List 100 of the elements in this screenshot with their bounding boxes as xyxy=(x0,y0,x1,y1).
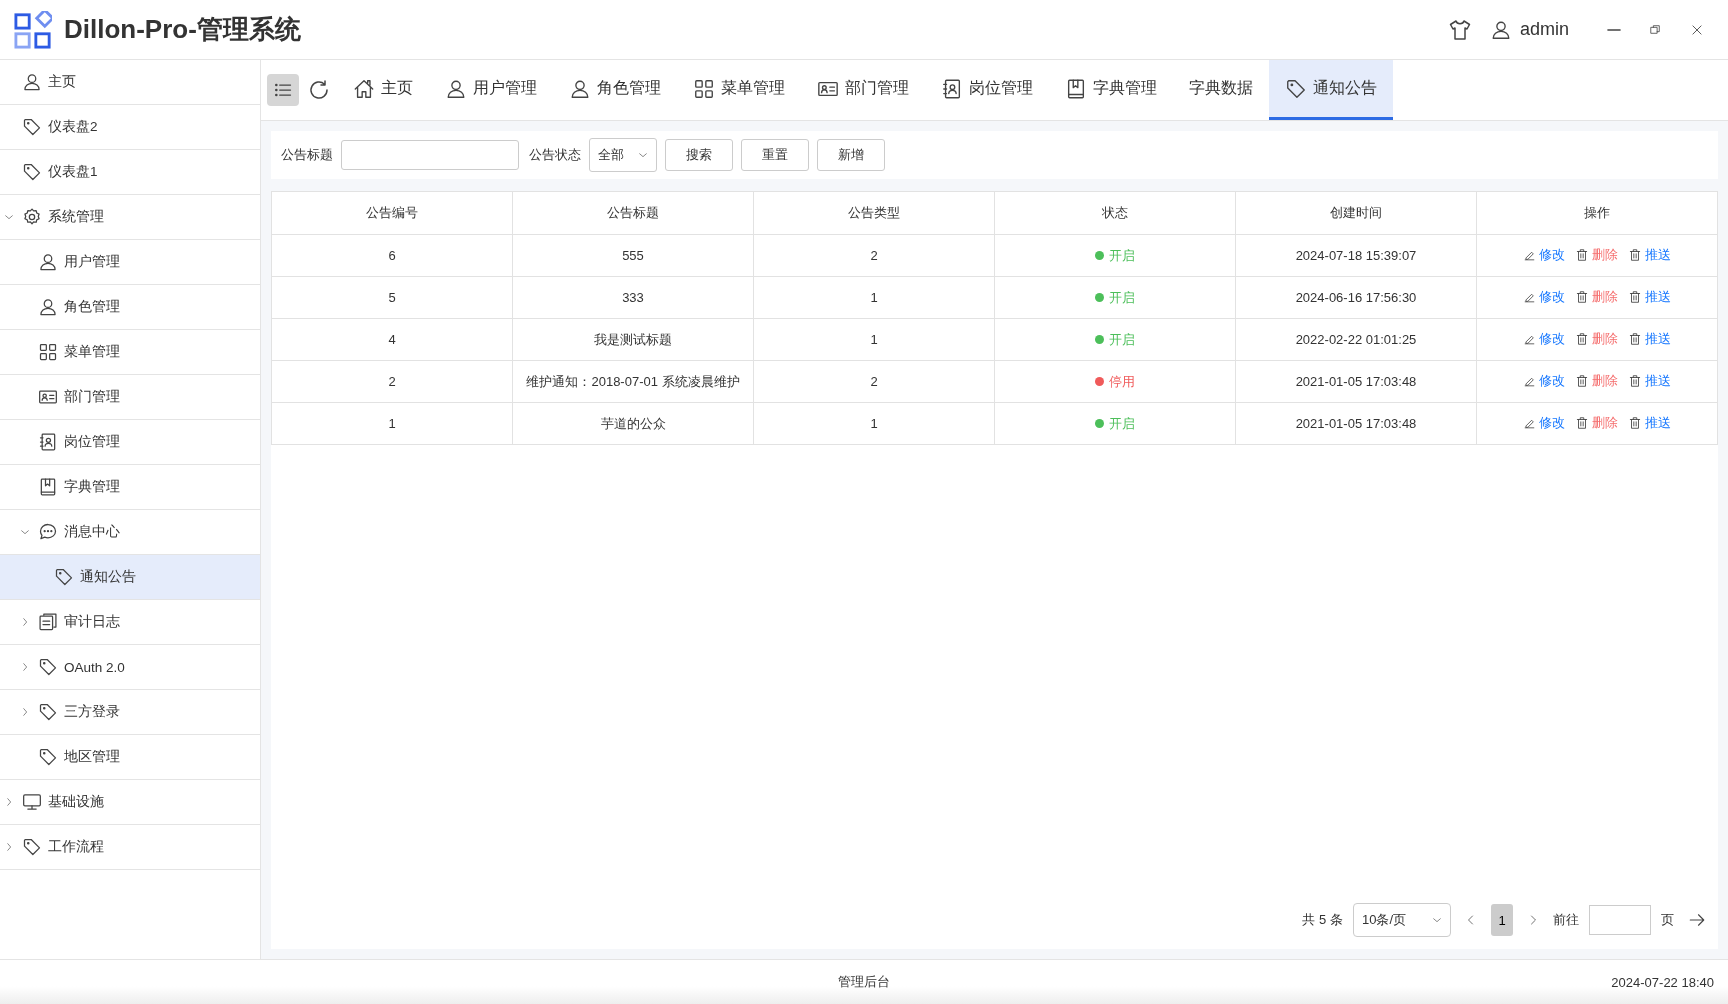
action-link[interactable]: 修改 xyxy=(1539,414,1565,433)
sidebar-item[interactable]: 仪表盘2 xyxy=(0,105,260,150)
sidebar-item[interactable]: 角色管理 xyxy=(0,285,260,330)
action-link[interactable]: 推送 xyxy=(1645,330,1671,349)
logo-icon xyxy=(14,10,52,49)
trash-icon xyxy=(1575,374,1589,389)
goto-label: 前往 xyxy=(1553,911,1579,929)
column-header: 公告编号 xyxy=(271,191,513,235)
tag-icon xyxy=(1285,77,1307,100)
user-icon xyxy=(38,297,58,317)
sidebar-item[interactable]: 系统管理 xyxy=(0,195,260,240)
tab[interactable]: 字典数据 xyxy=(1173,60,1269,120)
sidebar-item[interactable]: 基础设施 xyxy=(0,780,260,825)
sidebar-item[interactable]: 地区管理 xyxy=(0,735,260,780)
tag-icon xyxy=(38,702,58,722)
page-input-field[interactable] xyxy=(1589,905,1651,935)
page-size-dropdown[interactable]: 10条/页 xyxy=(1352,903,1451,937)
table-cell: 1 xyxy=(753,318,995,361)
sidebar-item[interactable]: 三方登录 xyxy=(0,690,260,735)
table-cell: 1 xyxy=(271,402,513,445)
sidebar-item[interactable]: 审计日志 xyxy=(0,600,260,645)
tab[interactable]: 岗位管理 xyxy=(925,60,1049,120)
column-header: 公告标题 xyxy=(512,191,754,235)
total-count: 共 5 条 xyxy=(1302,911,1343,929)
sidebar-item[interactable]: 菜单管理 xyxy=(0,330,260,375)
action-link[interactable]: 修改 xyxy=(1539,372,1565,391)
gear-icon xyxy=(22,207,42,227)
sidebar-item[interactable]: 部门管理 xyxy=(0,375,260,420)
action-button[interactable]: 新增 xyxy=(817,139,885,171)
column-header: 操作 xyxy=(1476,191,1718,235)
table-cell: 5 xyxy=(271,276,513,319)
page-unit-label: 页 xyxy=(1661,911,1674,929)
table-cell: 2021-01-05 17:03:48 xyxy=(1235,402,1477,445)
action-link[interactable]: 推送 xyxy=(1645,288,1671,307)
chevron-down-icon xyxy=(638,150,648,160)
sidebar-item[interactable]: 岗位管理 xyxy=(0,420,260,465)
table-cell: 2 xyxy=(271,360,513,403)
table-cell: 我是测试标题 xyxy=(512,318,754,361)
action-link[interactable]: 修改 xyxy=(1539,330,1565,349)
tab[interactable]: 主页 xyxy=(337,60,429,120)
tab[interactable]: 角色管理 xyxy=(553,60,677,120)
sidebar-item[interactable]: OAuth 2.0 xyxy=(0,645,260,690)
trash-icon xyxy=(1575,332,1589,347)
home-icon xyxy=(353,77,375,100)
tab[interactable]: 部门管理 xyxy=(801,60,925,120)
column-header: 状态 xyxy=(994,191,1236,235)
action-button[interactable]: 重置 xyxy=(741,139,809,171)
user-icon xyxy=(22,72,42,92)
action-link[interactable]: 修改 xyxy=(1539,288,1565,307)
status-text: 开启 xyxy=(1109,288,1135,307)
table-cell: 1 xyxy=(753,402,995,445)
table-cell: 2024-06-16 17:56:30 xyxy=(1235,276,1477,319)
column-header: 公告类型 xyxy=(753,191,995,235)
tag-icon xyxy=(22,837,42,857)
table-cell: 4 xyxy=(271,318,513,361)
sidebar-item[interactable]: 仪表盘1 xyxy=(0,150,260,195)
sidebar-item[interactable]: 通知公告 xyxy=(0,555,260,600)
action-link[interactable]: 推送 xyxy=(1645,246,1671,265)
sidebar-item[interactable]: 工作流程 xyxy=(0,825,260,870)
status-dropdown[interactable]: 全部 xyxy=(589,138,657,172)
table-cell: 1 xyxy=(753,276,995,319)
table-cell: 6 xyxy=(271,234,513,277)
user-name[interactable]: admin xyxy=(1519,19,1569,40)
action-link[interactable]: 推送 xyxy=(1645,372,1671,391)
trash-icon xyxy=(1575,416,1589,431)
status-text: 停用 xyxy=(1109,372,1135,391)
menu-toggle-button[interactable] xyxy=(267,74,299,106)
trash-icon xyxy=(1575,248,1589,263)
tag-icon xyxy=(38,657,58,677)
tab[interactable]: 菜单管理 xyxy=(677,60,801,120)
monitor-icon xyxy=(22,792,42,812)
chat-icon xyxy=(38,522,58,542)
contact-card-icon xyxy=(941,77,963,100)
status-text: 开启 xyxy=(1109,330,1135,349)
shirt-icon xyxy=(1447,17,1472,42)
table-cell: 2021-01-05 17:03:48 xyxy=(1235,360,1477,403)
action-button[interactable]: 搜索 xyxy=(665,139,733,171)
table-cell: 2022-02-22 01:01:25 xyxy=(1235,318,1477,361)
close-icon xyxy=(1690,22,1704,37)
action-link[interactable]: 推送 xyxy=(1645,414,1671,433)
table-cell: 维护通知：2018-07-01 系统凌晨维护 xyxy=(512,360,754,403)
trash-icon xyxy=(1628,416,1642,431)
tab[interactable]: 通知公告 xyxy=(1269,60,1393,120)
tag-icon xyxy=(54,567,74,587)
tag-icon xyxy=(22,162,42,182)
trash-icon xyxy=(1628,332,1642,347)
page-button[interactable]: 1 xyxy=(1491,904,1513,936)
sidebar-item[interactable]: 字典管理 xyxy=(0,465,260,510)
title-input-field[interactable] xyxy=(341,140,519,170)
tab[interactable]: 字典管理 xyxy=(1049,60,1173,120)
table-cell: 333 xyxy=(512,276,754,319)
arrow-right-icon xyxy=(1688,911,1706,929)
action-link[interactable]: 修改 xyxy=(1539,246,1565,265)
sidebar-item[interactable]: 主页 xyxy=(0,60,260,105)
status-text: 开启 xyxy=(1109,246,1135,265)
tab[interactable]: 用户管理 xyxy=(429,60,553,120)
contact-card-icon xyxy=(38,432,58,452)
sidebar-item[interactable]: 用户管理 xyxy=(0,240,260,285)
grid-icon xyxy=(38,342,58,362)
restore-icon xyxy=(1649,23,1662,36)
